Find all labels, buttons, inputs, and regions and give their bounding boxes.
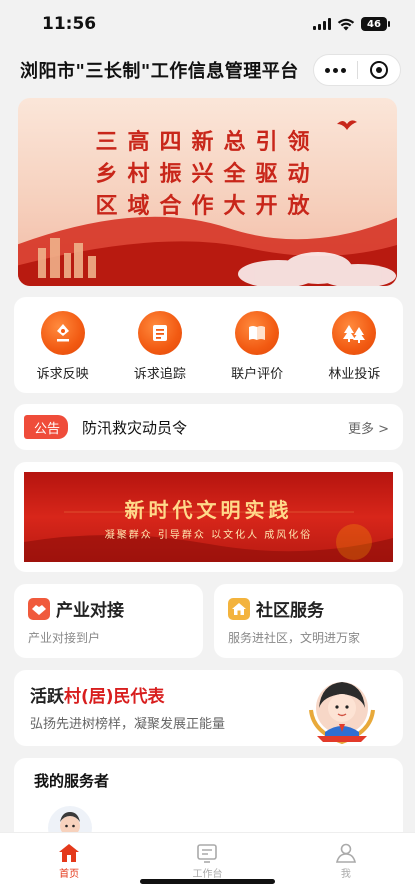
close-button[interactable] bbox=[358, 55, 401, 85]
document-icon bbox=[137, 311, 182, 355]
signal-icon bbox=[313, 18, 331, 30]
slogan-line: 乡村振兴全驱动 bbox=[95, 161, 320, 187]
status-icons: 46 bbox=[313, 17, 390, 31]
quick-action-evaluation[interactable]: 联户评价 bbox=[209, 297, 306, 393]
quick-action-tracking[interactable]: 诉求追踪 bbox=[111, 297, 208, 393]
quick-action-forestry[interactable]: 林业投诉 bbox=[306, 297, 403, 393]
quick-action-label: 诉求反映 bbox=[36, 367, 89, 382]
battery-icon: 46 bbox=[361, 17, 390, 31]
community-title: 社区服务 bbox=[256, 601, 324, 621]
community-card[interactable]: 社区服务 服务进社区，文明进万家 bbox=[214, 584, 403, 658]
workbench-icon bbox=[197, 844, 218, 863]
book-icon bbox=[235, 311, 280, 355]
banner-slogans: 三高四新总引领 乡村振兴全驱动 区域合作大开放 bbox=[18, 126, 397, 222]
tree-icon bbox=[332, 311, 377, 355]
quick-action-label: 诉求追踪 bbox=[133, 367, 186, 382]
industry-title: 产业对接 bbox=[56, 601, 124, 621]
home-icon bbox=[59, 844, 80, 862]
quick-action-label: 联户评价 bbox=[231, 367, 284, 382]
civilization-banner: 新时代文明实践 凝聚群众 引导群众 以文化人 成风化俗 bbox=[24, 472, 393, 562]
tab-label: 工作台 bbox=[192, 869, 223, 880]
quick-action-label: 林业投诉 bbox=[328, 367, 381, 382]
notice-tag: 公告 bbox=[24, 415, 69, 439]
representative-card[interactable]: 活跃村(居)民代表 弘扬先进树榜样，凝聚发展正能量 bbox=[14, 670, 403, 746]
status-time: 11:56 bbox=[42, 14, 97, 34]
slogan-banner[interactable]: 三高四新总引领 乡村振兴全驱动 区域合作大开放 bbox=[18, 98, 397, 286]
tab-label: 首页 bbox=[59, 869, 80, 880]
mini-program-capsule bbox=[313, 54, 401, 86]
nav-bar: 浏阳市"三长制"工作信息管理平台 bbox=[0, 48, 415, 92]
target-icon bbox=[369, 61, 388, 79]
page-title: 浏阳市"三长制"工作信息管理平台 bbox=[20, 61, 299, 82]
tab-me[interactable]: 我 bbox=[277, 833, 415, 892]
more-link[interactable]: 更多 > bbox=[348, 418, 389, 437]
quick-actions: 诉求反映 诉求追踪 联户评价 林业投诉 bbox=[14, 297, 403, 393]
tab-home[interactable]: 首页 bbox=[0, 833, 138, 892]
notice-bar[interactable]: 公告 防汛救灾动员令 更多 > bbox=[14, 404, 403, 450]
house-icon bbox=[228, 597, 250, 620]
industry-card[interactable]: 产业对接 产业对接到户 bbox=[14, 584, 203, 658]
handshake-icon bbox=[28, 597, 50, 620]
person-icon bbox=[335, 843, 356, 863]
tab-label: 我 bbox=[340, 869, 351, 880]
home-indicator bbox=[140, 879, 275, 884]
representative-title-prefix: 活跃 bbox=[30, 687, 64, 707]
representative-avatar bbox=[309, 682, 375, 745]
wifi-icon bbox=[337, 18, 355, 30]
civilization-subtitle: 凝聚群众 引导群众 以文化人 成风化俗 bbox=[104, 530, 313, 541]
servers-title: 我的服务者 bbox=[34, 772, 110, 790]
community-subtitle: 服务进社区，文明进万家 bbox=[228, 631, 361, 645]
more-button[interactable] bbox=[314, 55, 357, 85]
notice-text[interactable]: 防汛救灾动员令 bbox=[82, 417, 187, 438]
industry-subtitle: 产业对接到户 bbox=[28, 631, 101, 645]
slogan-line: 区域合作大开放 bbox=[95, 193, 320, 219]
more-dots-icon bbox=[324, 67, 346, 73]
civilization-card[interactable]: 新时代文明实践 凝聚群众 引导群众 以文化人 成风化俗 bbox=[14, 462, 403, 572]
pen-icon bbox=[40, 311, 85, 355]
representative-title-highlight: 村(居)民代表 bbox=[64, 687, 165, 707]
civilization-title: 新时代文明实践 bbox=[124, 498, 293, 522]
quick-action-complaint[interactable]: 诉求反映 bbox=[14, 297, 111, 393]
status-bar: 11:56 46 bbox=[0, 0, 415, 48]
slogan-line: 三高四新总引领 bbox=[95, 129, 320, 155]
